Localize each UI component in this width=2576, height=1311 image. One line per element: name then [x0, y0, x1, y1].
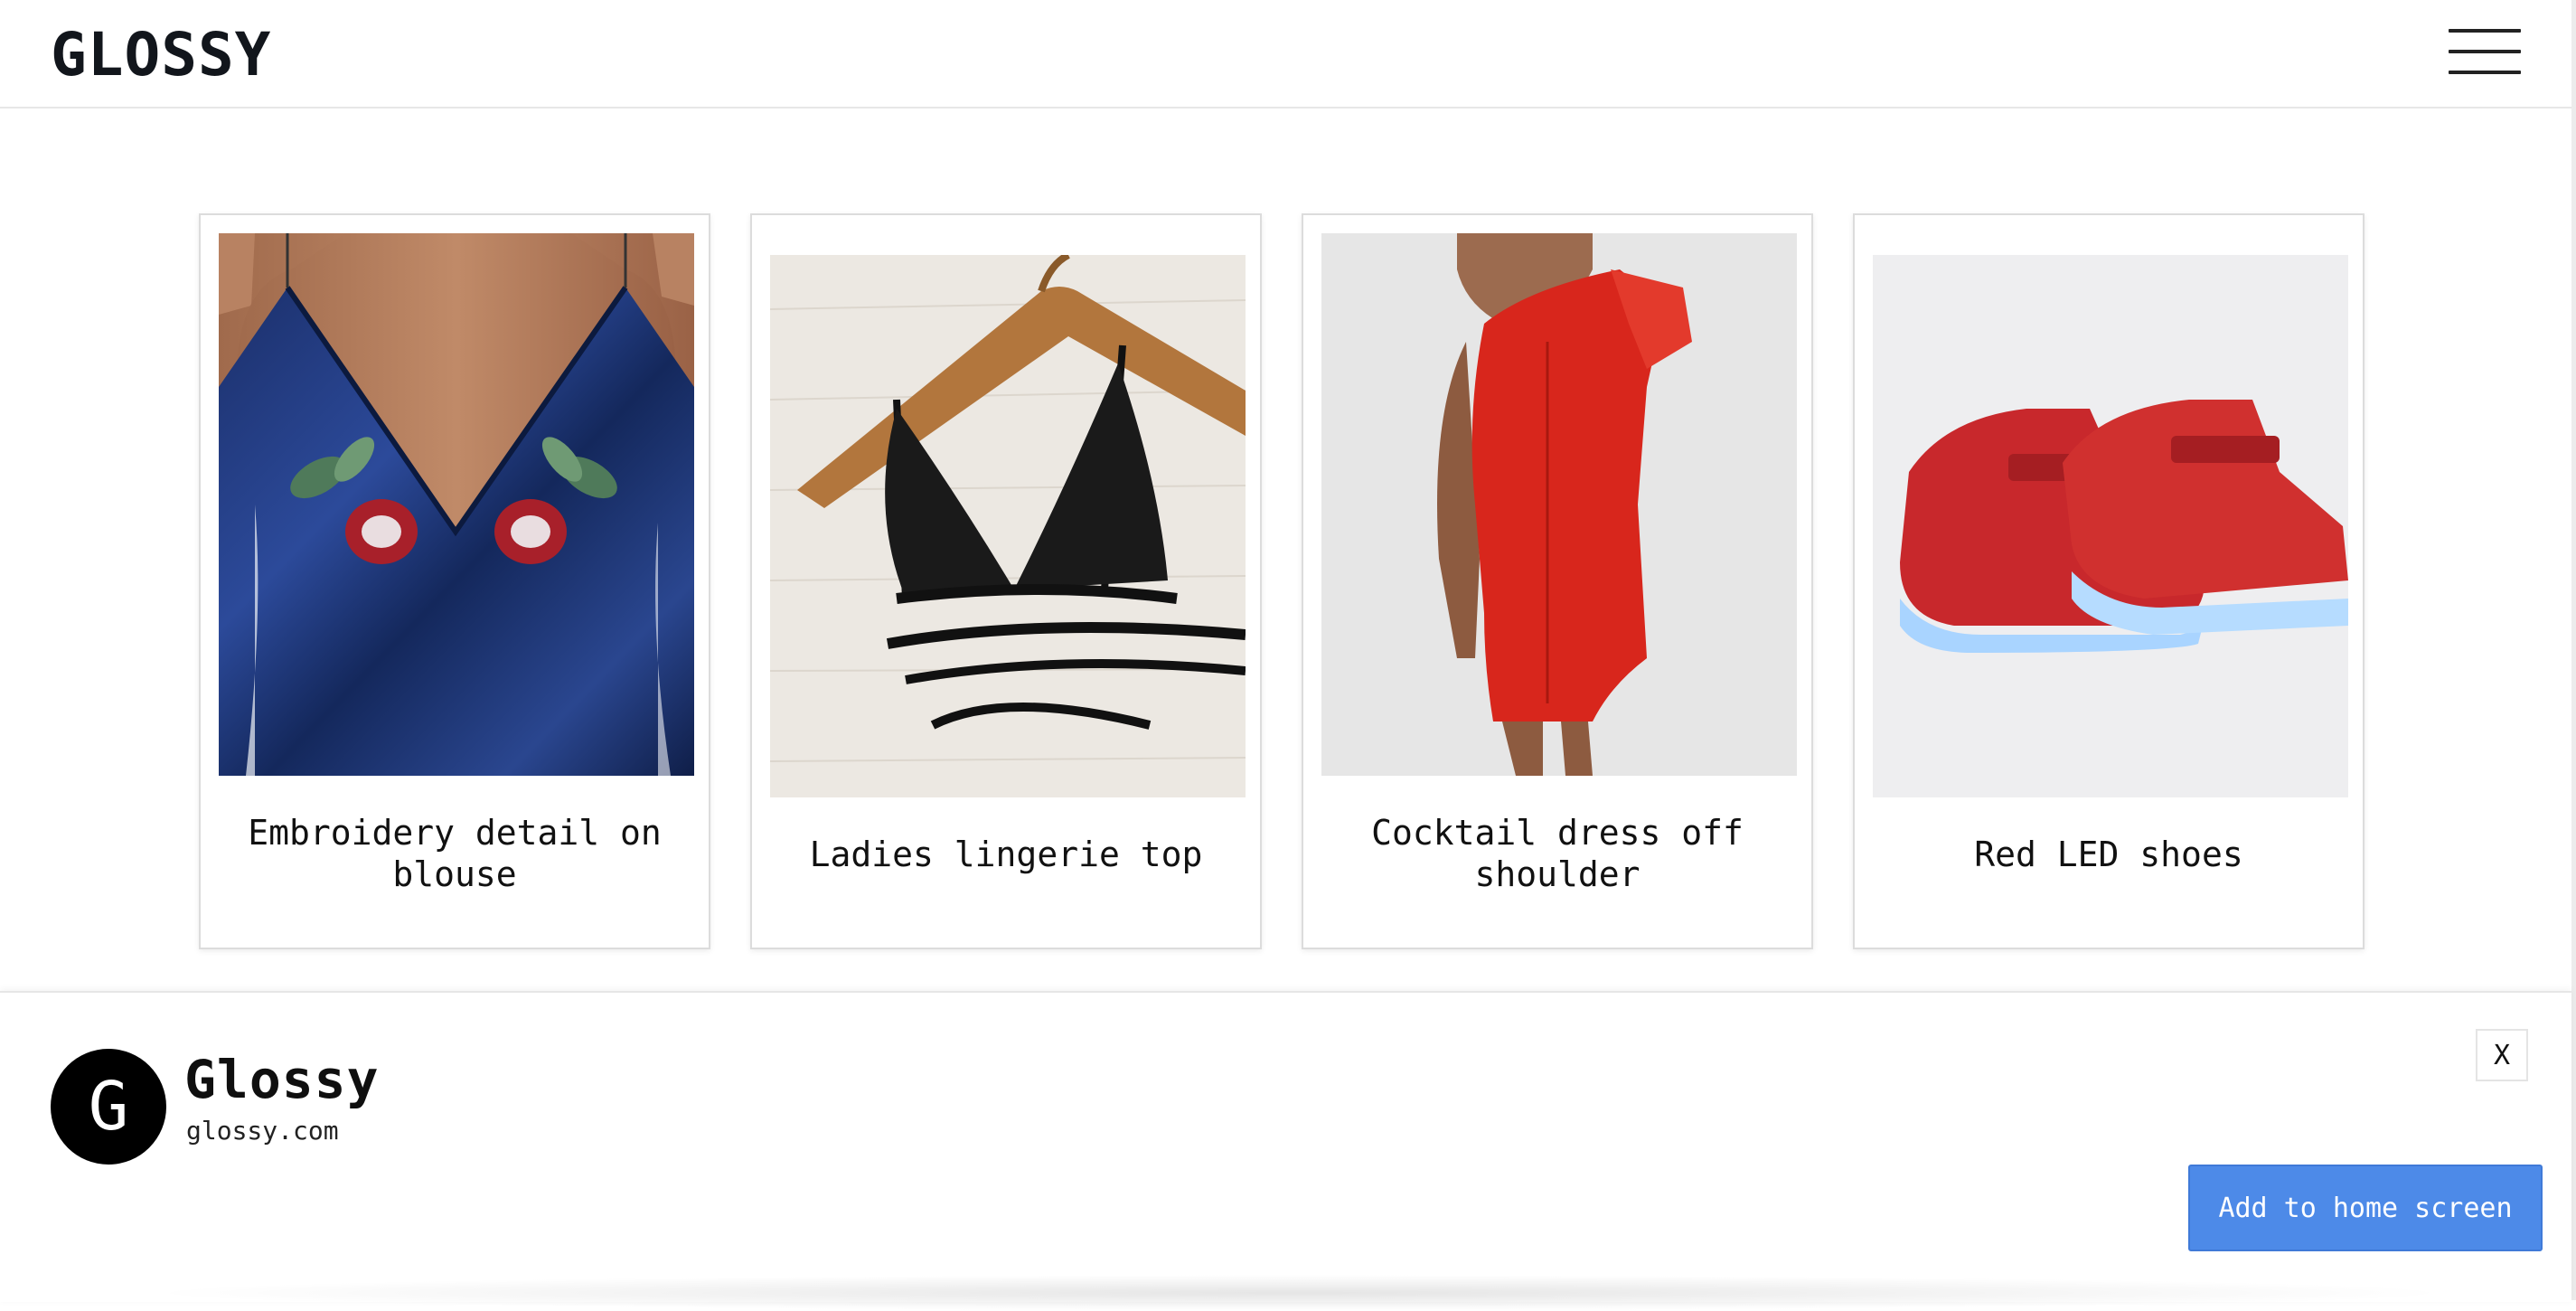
install-banner: G Glossy glossy.com X Add to home screen [0, 991, 2571, 1311]
add-to-home-screen-button[interactable]: Add to home screen [2188, 1165, 2543, 1251]
red-led-sneakers-photo [1873, 255, 2348, 797]
site-header: GLOSSY [0, 0, 2571, 108]
menu-line [2449, 71, 2521, 74]
product-image[interactable] [770, 255, 1246, 797]
product-image[interactable] [219, 233, 694, 776]
product-title[interactable]: Red LED shoes [1891, 834, 2327, 875]
close-button[interactable]: X [2476, 1029, 2528, 1081]
product-card[interactable]: Red LED shoes [1853, 213, 2364, 949]
black-lace-bralette-photo [770, 255, 1246, 797]
product-card[interactable]: Embroidery detail on blouse [199, 213, 710, 949]
product-title[interactable]: Ladies lingerie top [788, 834, 1224, 875]
menu-line [2449, 50, 2521, 53]
menu-line [2449, 29, 2521, 33]
app-icon: G [51, 1049, 166, 1165]
blue-satin-blouse-photo [219, 233, 694, 776]
product-title[interactable]: Embroidery detail on blouse [237, 812, 672, 895]
product-image[interactable] [1321, 233, 1797, 776]
red-dress-photo [1321, 233, 1797, 776]
product-image[interactable] [1873, 255, 2348, 797]
product-title[interactable]: Cocktail dress off shoulder [1340, 812, 1775, 895]
product-card[interactable]: Ladies lingerie top [750, 213, 1262, 949]
scrollbar[interactable] [2571, 0, 2576, 1300]
banner-shadow [136, 1275, 2463, 1311]
hamburger-menu-icon[interactable] [2449, 27, 2524, 78]
app-url: glossy.com [186, 1116, 339, 1146]
product-card[interactable]: Cocktail dress off shoulder [1302, 213, 1813, 949]
site-logo[interactable]: GLOSSY [51, 20, 271, 90]
app-name: Glossy [184, 1049, 380, 1110]
